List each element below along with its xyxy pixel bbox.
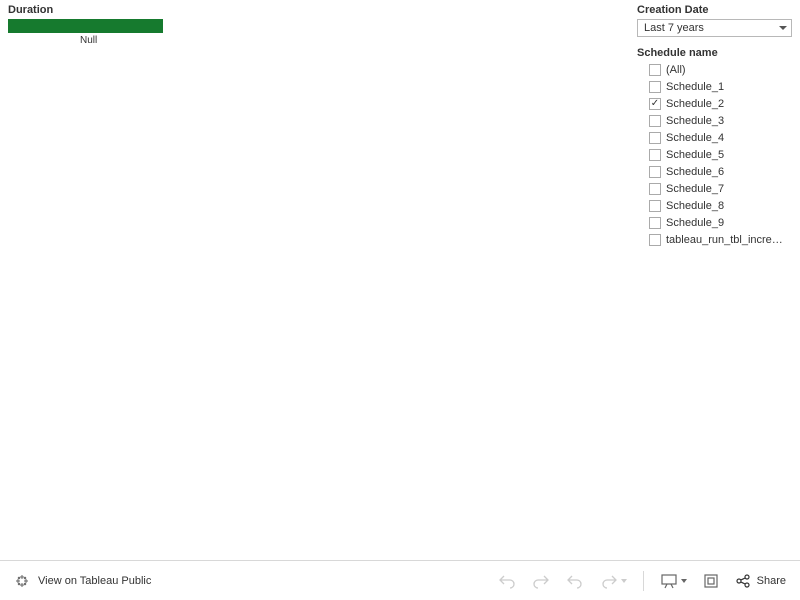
schedule-checkbox-row[interactable]: Schedule_9 <box>637 215 792 231</box>
presentation-button[interactable] <box>660 573 687 589</box>
creation-date-dropdown[interactable]: Last 7 years <box>637 19 792 37</box>
schedule-checkbox-row[interactable]: Schedule_6 <box>637 164 792 180</box>
toolbar-right: Share <box>498 571 786 591</box>
schedule-checkbox-list: (All) Schedule_1 Schedule_2 Schedule_3 Sched… <box>637 62 792 248</box>
toolbar: View on Tableau Public Share <box>0 560 800 600</box>
checkbox-label: Schedule_7 <box>666 183 724 195</box>
replay-forward-button[interactable] <box>600 573 627 589</box>
schedule-name-title: Schedule name <box>637 47 792 59</box>
checkbox-icon[interactable] <box>649 149 661 161</box>
share-button[interactable]: Share <box>735 573 786 589</box>
undo-button[interactable] <box>498 573 516 589</box>
schedule-checkbox-row[interactable]: Schedule_3 <box>637 113 792 129</box>
checkbox-label: Schedule_4 <box>666 132 724 144</box>
view-on-tableau-label: View on Tableau Public <box>38 575 151 587</box>
checkbox-label: Schedule_9 <box>666 217 724 229</box>
checkbox-icon[interactable] <box>649 81 661 93</box>
checkbox-label: (All) <box>666 64 686 76</box>
chevron-down-icon <box>779 26 787 30</box>
checkbox-label: tableau_run_tbl_incre… <box>666 234 783 246</box>
checkbox-label: Schedule_1 <box>666 81 724 93</box>
schedule-checkbox-row[interactable]: Schedule_8 <box>637 198 792 214</box>
tableau-logo-icon <box>14 573 30 589</box>
schedule-checkbox-row[interactable]: tableau_run_tbl_incre… <box>637 232 792 248</box>
redo-button[interactable] <box>532 573 550 589</box>
fullscreen-button[interactable] <box>703 573 719 589</box>
schedule-checkbox-row[interactable]: Schedule_4 <box>637 130 792 146</box>
bar-null[interactable] <box>8 19 163 33</box>
creation-date-title: Creation Date <box>637 4 792 16</box>
schedule-checkbox-row[interactable]: (All) <box>637 62 792 78</box>
checkbox-icon[interactable] <box>649 166 661 178</box>
bar-chart: Null <box>8 19 629 46</box>
checkbox-icon[interactable] <box>649 132 661 144</box>
checkbox-icon[interactable] <box>649 115 661 127</box>
view-on-tableau-public[interactable]: View on Tableau Public <box>14 573 151 589</box>
checkbox-icon[interactable] <box>649 64 661 76</box>
checkbox-icon[interactable] <box>649 234 661 246</box>
checkbox-label: Schedule_6 <box>666 166 724 178</box>
checkbox-label: Schedule_3 <box>666 115 724 127</box>
checkbox-label: Schedule_5 <box>666 149 724 161</box>
creation-date-value: Last 7 years <box>644 22 704 34</box>
checkbox-icon[interactable] <box>649 200 661 212</box>
chevron-down-icon <box>621 579 627 583</box>
checkbox-label: Schedule_8 <box>666 200 724 212</box>
toolbar-separator <box>643 571 644 591</box>
duration-title: Duration <box>8 4 629 16</box>
schedule-checkbox-row[interactable]: Schedule_5 <box>637 147 792 163</box>
bar-label-null: Null <box>80 35 629 46</box>
schedule-checkbox-row[interactable]: Schedule_7 <box>637 181 792 197</box>
chart-panel: Duration Null <box>8 4 629 555</box>
checkbox-icon[interactable] <box>649 183 661 195</box>
replay-button[interactable] <box>566 573 584 589</box>
checkbox-icon[interactable] <box>649 217 661 229</box>
chevron-down-icon <box>681 579 687 583</box>
filter-panel: Creation Date Last 7 years Schedule name… <box>637 4 792 555</box>
checkbox-label: Schedule_2 <box>666 98 724 110</box>
share-label: Share <box>757 575 786 587</box>
checkbox-icon[interactable] <box>649 98 661 110</box>
schedule-checkbox-row[interactable]: Schedule_2 <box>637 96 792 112</box>
schedule-checkbox-row[interactable]: Schedule_1 <box>637 79 792 95</box>
